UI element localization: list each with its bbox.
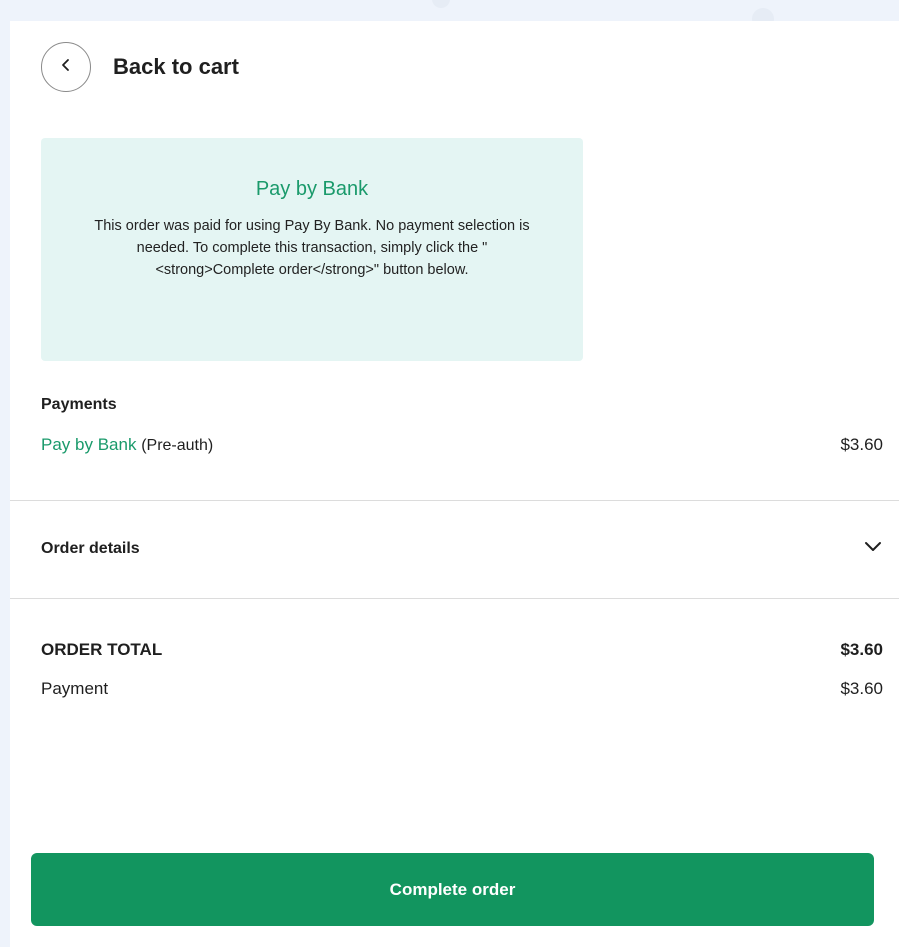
payments-heading: Payments	[41, 396, 117, 413]
checkout-panel: Back to cart Pay by Bank This order was …	[10, 21, 899, 947]
order-details-label: Order details	[41, 540, 140, 557]
payment-method-group: Pay by Bank (Pre-auth)	[41, 435, 213, 455]
order-total-label: ORDER TOTAL	[41, 640, 163, 659]
background-decoration	[432, 0, 450, 8]
payment-summary-value: $3.60	[840, 679, 883, 698]
order-total-row: ORDER TOTAL $3.60	[41, 640, 883, 660]
order-total-value: $3.60	[840, 640, 883, 659]
back-button[interactable]	[41, 42, 91, 92]
chevron-down-icon	[863, 540, 883, 558]
notice-title: Pay by Bank	[255, 178, 369, 200]
complete-order-button[interactable]: Complete order	[31, 853, 874, 926]
payment-row: Pay by Bank (Pre-auth) $3.60	[41, 435, 883, 455]
payment-amount: $3.60	[840, 435, 883, 454]
order-details-toggle[interactable]: Order details	[41, 531, 883, 567]
back-to-cart-link[interactable]: Back to cart	[113, 54, 239, 80]
payment-note: (Pre-auth)	[141, 437, 214, 454]
divider	[10, 598, 899, 599]
divider	[10, 500, 899, 501]
payment-summary-row: Payment $3.60	[41, 679, 883, 699]
chevron-left-icon	[59, 58, 73, 77]
notice-text: This order was paid for using Pay By Ban…	[94, 218, 530, 278]
pay-by-bank-notice: Pay by Bank This order was paid for usin…	[41, 138, 583, 361]
payment-method: Pay by Bank	[41, 435, 137, 454]
payment-summary-label: Payment	[41, 679, 109, 698]
header: Back to cart	[41, 41, 239, 93]
